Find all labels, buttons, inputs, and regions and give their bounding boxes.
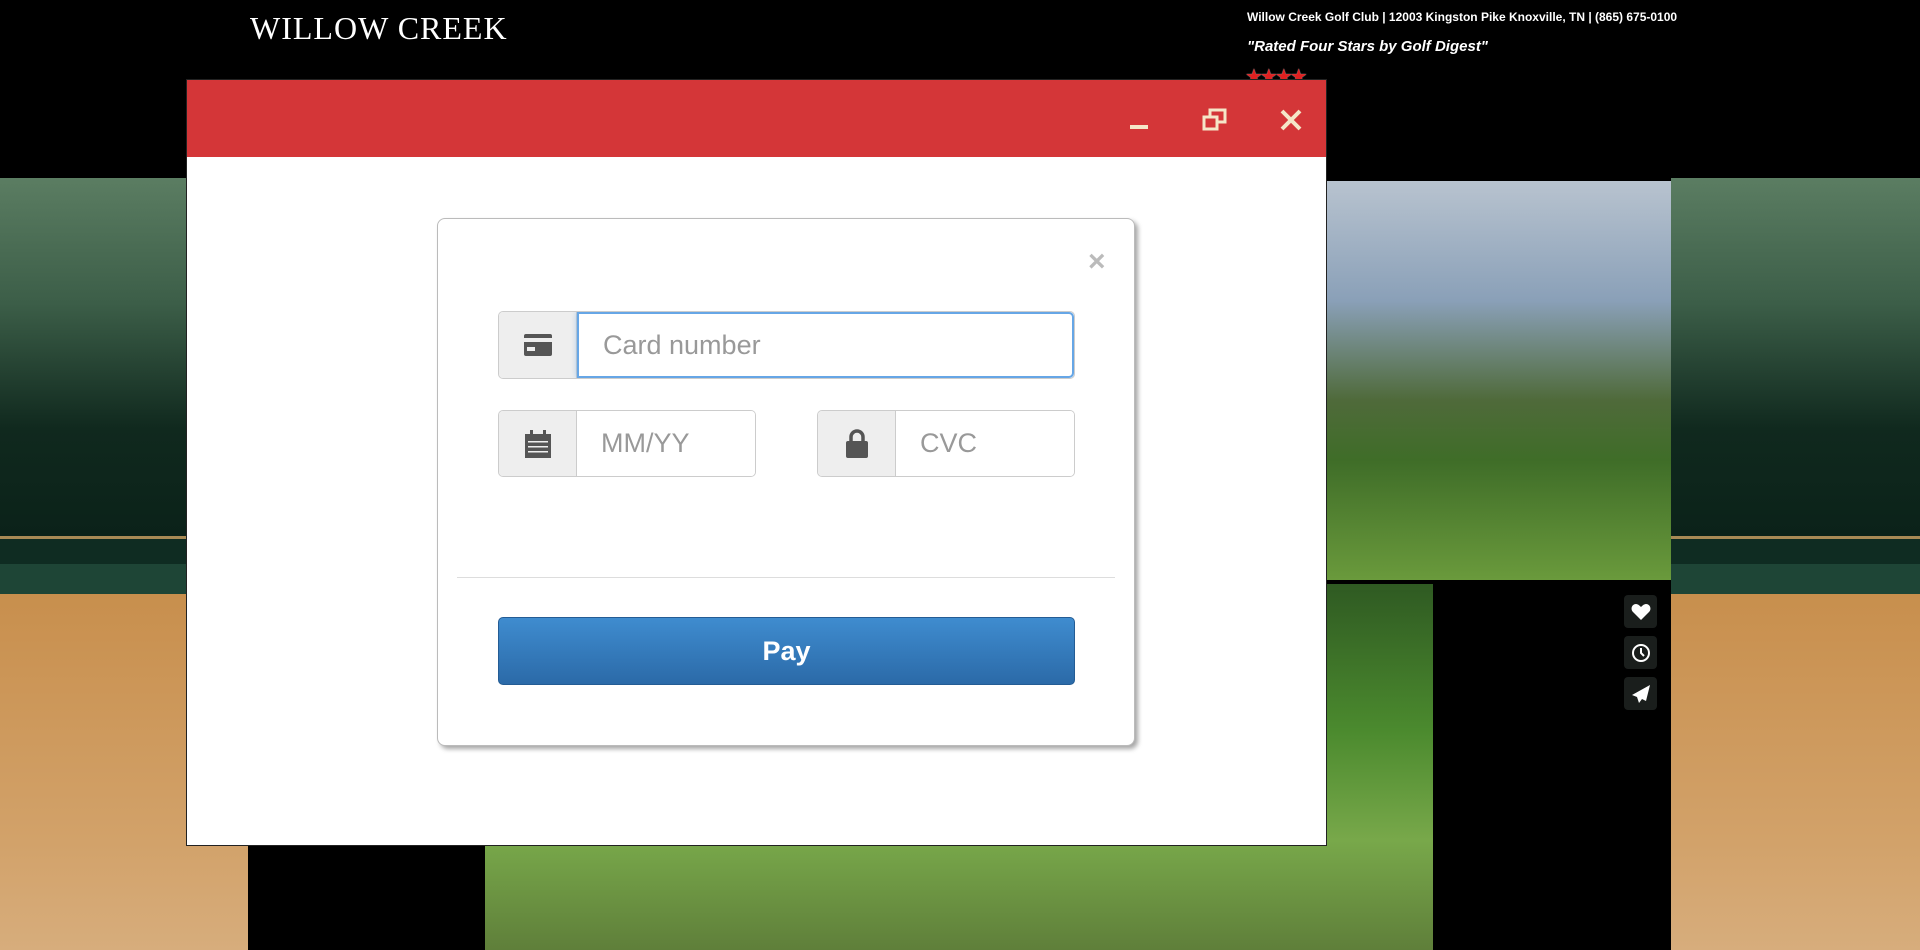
modal-close-button[interactable]: × <box>1088 247 1106 277</box>
send-button[interactable] <box>1624 677 1657 710</box>
background-right <box>1671 178 1920 950</box>
heart-icon <box>1631 603 1650 620</box>
golf-course-photo <box>1326 181 1671 580</box>
expiry-group <box>498 410 756 477</box>
lock-icon <box>818 411 896 476</box>
credit-card-icon <box>499 312 577 378</box>
card-number-group <box>498 311 1075 379</box>
site-logo[interactable]: WILLOW CREEK <box>250 10 508 47</box>
minimize-icon <box>1130 125 1148 129</box>
restore-icon <box>1202 108 1227 131</box>
favorite-button[interactable] <box>1624 595 1657 628</box>
pay-button[interactable]: Pay <box>498 617 1075 685</box>
modal-divider <box>457 577 1115 578</box>
payment-modal: × Pay <box>437 218 1135 746</box>
window-titlebar[interactable] <box>187 80 1326 157</box>
expiry-input[interactable] <box>577 411 755 476</box>
history-button[interactable] <box>1624 636 1657 669</box>
calendar-icon <box>499 411 577 476</box>
card-number-input[interactable] <box>577 312 1074 378</box>
cvc-group <box>817 410 1075 477</box>
popup-window: × Pay <box>187 80 1326 845</box>
contact-info: Willow Creek Golf Club | 12003 Kingston … <box>1247 10 1678 24</box>
tagline: "Rated Four Stars by Golf Digest" <box>1247 38 1488 55</box>
minimize-button[interactable] <box>1123 104 1155 136</box>
cvc-input[interactable] <box>896 411 1074 476</box>
send-icon <box>1631 684 1650 703</box>
close-icon <box>1280 109 1302 131</box>
window-close-button[interactable] <box>1275 104 1307 136</box>
clock-icon <box>1631 643 1650 662</box>
restore-button[interactable] <box>1199 104 1231 136</box>
